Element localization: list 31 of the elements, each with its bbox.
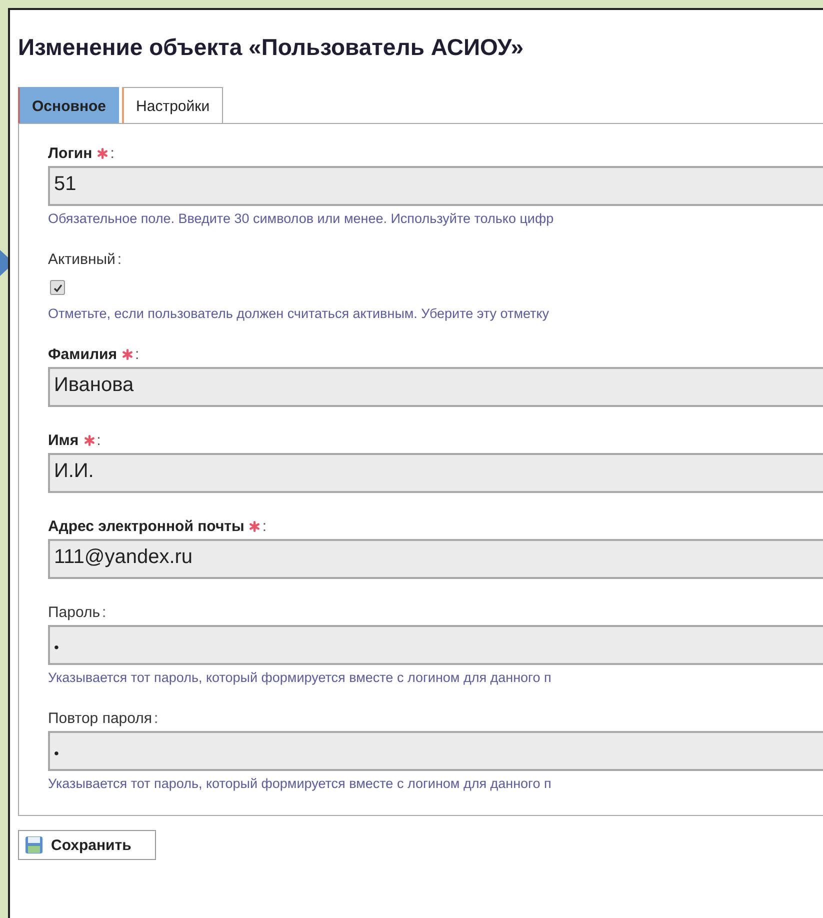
field-label: Активный — [48, 250, 116, 268]
help-text: Указывается тот пароль, который формируется вместе с логином для данного п — [48, 670, 552, 685]
colon-mark: : — [154, 710, 158, 726]
save-button[interactable]: Сохранить — [18, 830, 156, 860]
input-field[interactable]: 111@yandex.ru — [48, 539, 823, 579]
input-field[interactable]: И.И. — [48, 453, 823, 493]
help-text: Отметьте, если пользователь должен считаться активным. Уберите эту отметку — [48, 306, 550, 321]
field-label: Повтор пароля — [48, 710, 152, 726]
help-text: Указывается тот пароль, который формируется вместе с логином для данного п — [48, 776, 552, 791]
colon-mark: : — [110, 144, 114, 162]
colon-mark: : — [262, 518, 266, 534]
field-label: Адрес электронной почты — [48, 518, 244, 534]
tab[interactable]: Основное — [18, 87, 120, 123]
field-label: Пароль — [48, 604, 100, 620]
tab[interactable]: Настройки — [122, 87, 223, 123]
input-field[interactable]: 51 — [48, 166, 823, 206]
active-checkbox[interactable] — [50, 280, 65, 295]
colon-mark: : — [96, 432, 101, 448]
colon-mark: : — [102, 604, 106, 620]
help-text: Обязательное поле. Введите 30 символов или менее. Используйте только цифр — [48, 211, 555, 226]
password-field[interactable]: • — [48, 731, 823, 771]
page-title: Изменение объекта «Пользователь АСИОУ» — [18, 34, 525, 61]
tick-icon — [52, 282, 62, 292]
field-label: Имя — [48, 432, 79, 448]
colon-mark: : — [134, 346, 140, 362]
floppy-icon — [25, 836, 43, 854]
field-label: Фамилия — [48, 346, 117, 362]
password-field[interactable]: • — [48, 625, 823, 665]
colon-mark: : — [117, 250, 122, 268]
input-field[interactable]: Иванова — [48, 367, 823, 407]
field-label: Логин — [48, 144, 92, 162]
